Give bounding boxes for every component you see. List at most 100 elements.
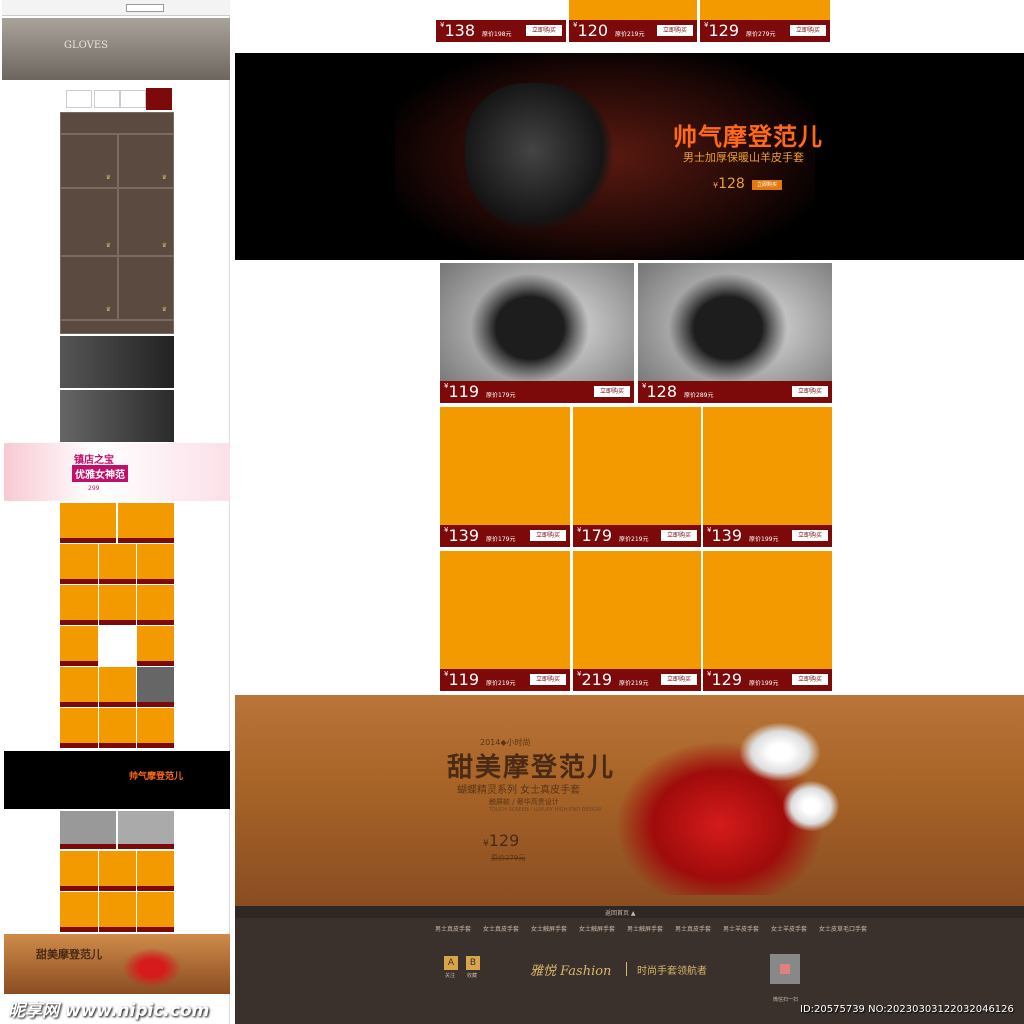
original-price: 原价219元	[615, 31, 645, 38]
original-price: 原价198元	[482, 31, 512, 38]
buy-now-button[interactable]: 立即购买	[657, 25, 693, 36]
thumb-product	[99, 892, 136, 932]
thumb-product	[137, 585, 174, 625]
product-card[interactable]: ¥139 原价199元 立即购买	[703, 407, 832, 547]
footer-nav-link[interactable]: 男士触屏手套	[627, 924, 673, 933]
thumb-tab	[94, 90, 120, 108]
thumb-product	[99, 708, 136, 748]
thumb-black-title: 帅气摩登范儿	[129, 772, 184, 782]
price-bar: ¥138 原价198元 立即购买	[436, 20, 566, 42]
follow-label: 关注	[445, 973, 456, 979]
footer-nav-link[interactable]: 男士真皮手套	[675, 924, 721, 933]
fur-cuff-image	[783, 781, 839, 831]
thumb-glove-banner	[60, 336, 174, 388]
glove-image	[668, 273, 788, 383]
thumb-product	[118, 503, 174, 543]
price: ¥139	[444, 526, 480, 545]
product-card[interactable]: ¥119 原价219元 立即购买	[440, 551, 570, 691]
thumb-gloves-banner: GLOVES	[2, 18, 230, 80]
original-price: 原价199元	[749, 680, 779, 687]
price-bar: ¥128 原价289元 立即购买	[638, 381, 832, 403]
crown-icon: ♛	[161, 306, 167, 313]
thumb-black-banner: 帅气摩登范儿	[4, 751, 230, 809]
price: ¥120	[573, 21, 609, 40]
buy-now-button[interactable]: 立即购买	[594, 386, 630, 397]
thumb-pink-title: 镇店之宝	[74, 455, 114, 466]
footer-nav-link[interactable]: 女士羊皮手套	[771, 924, 817, 933]
buy-now-button[interactable]: 立即购买	[792, 674, 828, 685]
price-bar: ¥119 原价179元 立即购买	[440, 381, 634, 403]
buy-now-button[interactable]: 立即购买	[792, 386, 828, 397]
thumb-product	[60, 626, 98, 666]
buy-now-button[interactable]: 立即购买	[530, 530, 566, 541]
thumb-pink-price: 299	[88, 485, 100, 492]
product-card[interactable]: ¥219 原价219元 立即购买	[573, 551, 701, 691]
product-card[interactable]: ¥138 原价198元 立即购买	[436, 0, 566, 42]
thumb-search-box	[126, 4, 164, 12]
price: ¥138	[440, 21, 476, 40]
thumb-dark-cell: ♛	[118, 256, 174, 320]
buy-now-button[interactable]: 立即购买	[530, 674, 566, 685]
footer-nav-link[interactable]: 男士羊皮手套	[723, 924, 769, 933]
thumb-tab-active	[146, 88, 172, 110]
thumb-product	[99, 851, 136, 891]
original-price: 原价289元	[684, 392, 714, 399]
thumb-dark-cell: ♛	[60, 256, 118, 320]
hero-banner[interactable]: 帅气摩登范儿 男士加厚保暖山羊皮手套 ¥128 立即购买	[235, 53, 1024, 260]
footer-nav-link[interactable]: 男士真皮手套	[435, 924, 481, 933]
promo-banner[interactable]: 2014◆小时尚 甜美摩登范儿 蝴蝶精灵系列 女士真皮手套 触屏款 / 奢华高贵…	[235, 695, 1024, 906]
thumb-product	[137, 892, 174, 932]
price: ¥119	[444, 670, 480, 689]
footer-nav-link[interactable]: 女士触屏手套	[579, 924, 625, 933]
promo-series: 蝴蝶精灵系列 女士真皮手套	[457, 785, 581, 796]
price: ¥129	[707, 670, 743, 689]
favorite-icon[interactable]: B	[466, 956, 480, 970]
brand-logo: 雅悦 Fashion	[530, 964, 612, 979]
original-price: 原价199元	[749, 536, 779, 543]
price-bar: ¥139 原价199元 立即购买	[703, 525, 832, 547]
product-card-photo[interactable]: ¥119 原价179元 立即购买	[440, 263, 634, 403]
buy-now-button[interactable]: 立即购买	[790, 25, 826, 36]
favorite-label: 收藏	[467, 973, 478, 979]
product-card-photo[interactable]: ¥128 原价289元 立即购买	[638, 263, 832, 403]
buy-now-button[interactable]: 立即购买	[526, 25, 562, 36]
footer-nav-link[interactable]: 女士皮草毛口手套	[819, 924, 879, 933]
hero-title: 帅气摩登范儿	[673, 123, 823, 151]
original-price: 原价179元	[486, 536, 516, 543]
product-card[interactable]: ¥179 原价219元 立即购买	[573, 407, 701, 547]
product-card[interactable]: ¥129 原价279元 立即购买	[700, 0, 830, 42]
follow-icon[interactable]: A	[444, 956, 458, 970]
buy-now-button[interactable]: 立即购买	[661, 674, 697, 685]
fur-cuff-image	[740, 723, 820, 781]
original-price: 原价219元	[619, 680, 649, 687]
product-card[interactable]: ¥120 原价219元 立即购买	[569, 0, 697, 42]
back-to-top-link[interactable]: 返回首页 ▲	[605, 908, 636, 917]
price: ¥129	[704, 21, 740, 40]
crown-icon: ♛	[105, 174, 111, 181]
price: ¥119	[444, 382, 480, 401]
hero-buy-button[interactable]: 立即购买	[752, 180, 782, 190]
price: ¥128	[642, 382, 678, 401]
thumb-gloves-title: GLOVES	[64, 40, 109, 51]
price-bar: ¥119 原价219元 立即购买	[440, 669, 570, 691]
product-card[interactable]: ¥139 原价179元 立即购买	[440, 407, 570, 547]
thumb-product	[137, 708, 174, 748]
footer-nav-link[interactable]: 女士真皮手套	[483, 924, 529, 933]
thumbnail-column: GLOVES ♛ ♛ ♛ ♛ ♛ ♛ 镇店之宝 优雅女神范 299 帅气摩登范儿…	[2, 0, 230, 1024]
thumb-product	[60, 503, 116, 543]
thumb-dark-header	[60, 112, 174, 134]
buy-now-button[interactable]: 立即购买	[661, 530, 697, 541]
thumb-dark-footer	[60, 320, 174, 334]
product-card[interactable]: ¥129 原价199元 立即购买	[703, 551, 832, 691]
thumb-pink-subtitle: 优雅女神范	[72, 465, 128, 482]
price-bar: ¥120 原价219元 立即购买	[569, 20, 697, 42]
footer-nav-link[interactable]: 女士触屏手套	[531, 924, 577, 933]
thumb-product	[137, 544, 174, 584]
thumb-dark-cell: ♛	[60, 134, 118, 188]
original-price: 原价279元	[746, 31, 776, 38]
crown-icon: ♛	[105, 242, 111, 249]
buy-now-button[interactable]: 立即购买	[792, 530, 828, 541]
qr-code-icon	[770, 954, 800, 984]
thumb-product	[99, 667, 136, 707]
thumb-product	[99, 585, 136, 625]
